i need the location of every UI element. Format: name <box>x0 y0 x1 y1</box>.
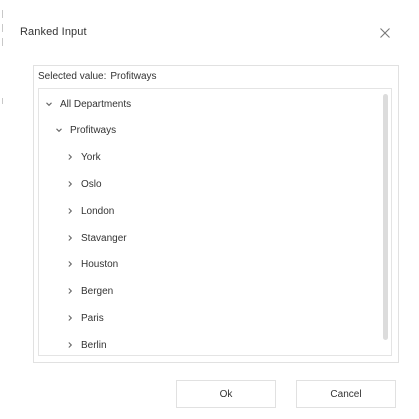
tree-item-bergen[interactable]: Bergen <box>66 283 113 299</box>
tree-item-label: Profitways <box>70 124 117 136</box>
chevron-down-icon[interactable] <box>45 100 53 108</box>
ranked-input-dialog: Ranked Input Selected value: Profitways A… <box>0 0 419 419</box>
tree-item-label: London <box>81 205 115 217</box>
close-icon <box>380 28 390 38</box>
dialog-title: Ranked Input <box>20 26 87 38</box>
cancel-button[interactable]: Cancel <box>296 380 396 408</box>
tree-item-london[interactable]: London <box>66 203 114 219</box>
ok-button[interactable]: Ok <box>176 380 276 408</box>
close-button[interactable] <box>376 24 394 42</box>
tree-item-label: Berlin <box>81 339 107 351</box>
scrollbar-thumb[interactable] <box>383 94 388 340</box>
tree-item-oslo[interactable]: Oslo <box>66 176 102 192</box>
tree-item-stavanger[interactable]: Stavanger <box>66 230 127 246</box>
chevron-right-icon[interactable] <box>66 207 74 215</box>
chevron-right-icon[interactable] <box>66 314 74 322</box>
chevron-right-icon[interactable] <box>66 287 74 295</box>
selected-value-label: Selected value: <box>38 71 107 82</box>
tree-item-label: Oslo <box>81 178 102 190</box>
dialog-header: Ranked Input <box>20 0 410 64</box>
edge-tick <box>2 38 3 46</box>
edge-tick <box>2 98 3 104</box>
tree-item-label: Stavanger <box>81 232 127 244</box>
chevron-right-icon[interactable] <box>66 260 74 268</box>
tree-item-label: York <box>81 151 101 163</box>
selected-value: Profitways <box>110 71 157 82</box>
edge-tick <box>2 24 3 32</box>
chevron-right-icon[interactable] <box>66 153 74 161</box>
tree-item-label: Houston <box>81 258 119 270</box>
background-window-edge <box>0 0 8 419</box>
chevron-right-icon[interactable] <box>66 341 74 349</box>
tree-item-york[interactable]: York <box>66 149 101 165</box>
chevron-down-icon[interactable] <box>55 126 63 134</box>
chevron-right-icon[interactable] <box>66 180 74 188</box>
tree-item-berlin[interactable]: Berlin <box>66 337 107 353</box>
tree-item-label: All Departments <box>60 98 132 110</box>
department-tree[interactable]: All Departments Profitways York Oslo Lon <box>38 88 392 356</box>
tree-item-label: Paris <box>81 312 104 324</box>
chevron-right-icon[interactable] <box>66 234 74 242</box>
tree-item-houston[interactable]: Houston <box>66 256 118 272</box>
tree-item-label: Bergen <box>81 285 114 297</box>
selected-value-line: Selected value: Profitways <box>38 71 157 82</box>
edge-tick <box>2 10 3 18</box>
tree-item-all-departments[interactable]: All Departments <box>45 96 131 112</box>
tree-item-profitways[interactable]: Profitways <box>55 122 116 138</box>
tree-item-paris[interactable]: Paris <box>66 310 104 326</box>
